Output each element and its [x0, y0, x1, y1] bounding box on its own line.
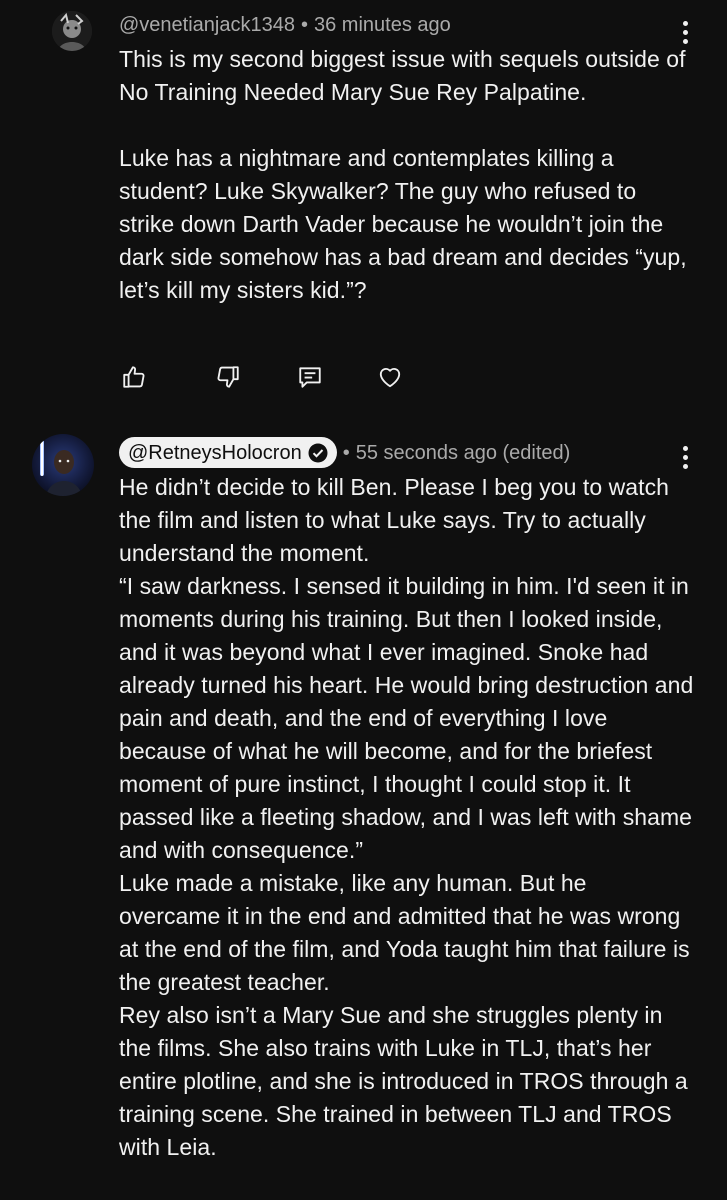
comment-paragraph: “I saw darkness. I sensed it building in… — [119, 573, 694, 863]
comment-actions — [119, 362, 405, 392]
comment-paragraph: Luke has a nightmare and contemplates ki… — [119, 145, 687, 303]
comment-meta: @RetneysHolocron • 55 seconds ago (edite… — [119, 437, 570, 468]
comment-paragraph: This is my second biggest issue with seq… — [119, 46, 686, 105]
more-dot — [682, 463, 688, 469]
like-button[interactable] — [119, 362, 149, 392]
meta-separator: • — [342, 441, 350, 464]
comment-body: He didn’t decide to kill Ben. Please I b… — [119, 471, 694, 1164]
more-dot — [682, 454, 688, 460]
comment-meta: @venetianjack1348 • 36 minutes ago — [119, 12, 451, 38]
avatar-image — [32, 434, 94, 496]
comment-time[interactable]: 55 seconds ago (edited) — [356, 440, 571, 466]
thumb-down-icon — [217, 366, 239, 388]
verified-check-icon — [308, 443, 328, 462]
author-handle-pill[interactable]: @RetneysHolocron — [119, 437, 337, 468]
more-dot — [682, 20, 688, 26]
comment-paragraph: He didn’t decide to kill Ben. Please I b… — [119, 474, 669, 566]
dislike-button[interactable] — [213, 362, 243, 392]
heart-button[interactable] — [375, 362, 405, 392]
author-handle[interactable]: @venetianjack1348 — [119, 12, 295, 38]
reply-button[interactable] — [295, 362, 325, 392]
comment-paragraph: Luke made a mistake, like any human. But… — [119, 870, 690, 995]
avatar[interactable] — [32, 434, 94, 496]
more-options-button[interactable] — [674, 442, 696, 472]
avatar-image — [52, 11, 92, 51]
more-dot — [682, 445, 688, 451]
thumb-up-icon — [123, 366, 145, 388]
more-dot — [682, 29, 688, 35]
comment-paragraph: Rey also isn’t a Mary Sue and she strugg… — [119, 1002, 688, 1160]
author-handle: @RetneysHolocron — [128, 441, 302, 464]
comment-time[interactable]: 36 minutes ago — [314, 12, 451, 38]
avatar[interactable] — [52, 11, 92, 51]
reply-icon — [299, 367, 321, 388]
meta-separator: • — [300, 14, 308, 36]
comment-body: This is my second biggest issue with seq… — [119, 43, 694, 307]
heart-icon — [379, 368, 401, 388]
